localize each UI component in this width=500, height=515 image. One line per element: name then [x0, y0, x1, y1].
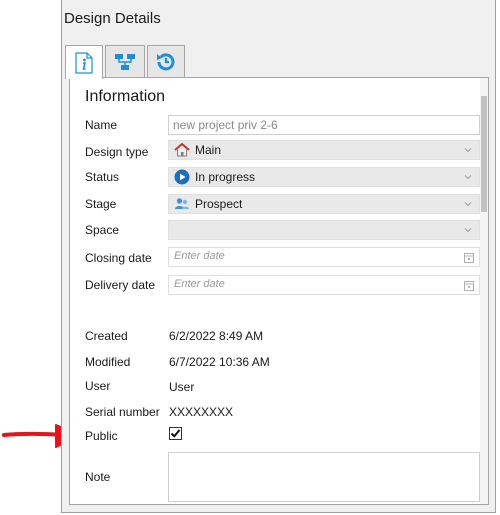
name-label: Name	[85, 118, 118, 132]
calendar-icon[interactable]	[464, 252, 474, 263]
modified-label: Modified	[85, 355, 131, 369]
closing-date-input[interactable]: Enter date	[168, 247, 480, 267]
scrollbar-thumb[interactable]	[481, 96, 487, 212]
public-checkbox[interactable]	[169, 427, 182, 440]
house-icon	[174, 142, 190, 158]
tab-history[interactable]	[147, 45, 185, 78]
delivery-date-placeholder: Enter date	[174, 278, 225, 290]
design-type-value: Main	[195, 143, 222, 157]
design-details-panel: Design Details Information Name new proj…	[61, 0, 496, 513]
info-icon	[75, 51, 93, 74]
closing-date-label: Closing date	[85, 251, 152, 265]
space-label: Space	[85, 223, 120, 237]
design-type-select[interactable]: Main	[168, 140, 480, 160]
stage-label: Stage	[85, 197, 117, 211]
delivery-date-input[interactable]: Enter date	[168, 275, 480, 295]
tab-hierarchy[interactable]	[105, 45, 145, 78]
checkmark-icon	[170, 429, 181, 438]
modified-value: 6/7/2022 10:36 AM	[169, 355, 270, 369]
design-type-label: Design type	[85, 145, 149, 159]
user-value: User	[169, 380, 195, 394]
chevron-down-icon	[464, 228, 472, 233]
delivery-date-label: Delivery date	[85, 278, 156, 292]
user-label: User	[85, 379, 111, 393]
status-select[interactable]: In progress	[168, 167, 480, 187]
public-label: Public	[85, 429, 118, 443]
chevron-down-icon	[464, 202, 472, 207]
note-label: Note	[85, 470, 111, 484]
history-icon	[157, 53, 175, 71]
calendar-icon[interactable]	[464, 280, 474, 291]
status-label: Status	[85, 170, 120, 184]
stage-value: Prospect	[195, 197, 243, 211]
stage-select[interactable]: Prospect	[168, 194, 480, 214]
status-value: In progress	[195, 170, 256, 184]
serial-number-value: XXXXXXXX	[169, 405, 234, 419]
play-circle-icon	[174, 169, 190, 185]
space-select[interactable]	[168, 220, 480, 240]
panel-title: Design Details	[64, 10, 161, 27]
details-content: Information Name new project priv 2-6 De…	[69, 77, 489, 505]
name-input[interactable]: new project priv 2-6	[168, 115, 480, 135]
closing-date-placeholder: Enter date	[174, 250, 225, 262]
tab-info[interactable]	[65, 45, 103, 79]
created-value: 6/2/2022 8:49 AM	[169, 329, 264, 343]
chevron-down-icon	[464, 175, 472, 180]
chevron-down-icon	[464, 148, 472, 153]
vertical-scrollbar[interactable]	[480, 78, 488, 504]
hierarchy-icon	[115, 54, 135, 70]
serial-number-label: Serial number	[85, 405, 160, 419]
created-label: Created	[85, 329, 128, 343]
people-icon	[174, 196, 190, 212]
note-textarea[interactable]	[168, 452, 480, 502]
section-title: Information	[85, 88, 166, 105]
